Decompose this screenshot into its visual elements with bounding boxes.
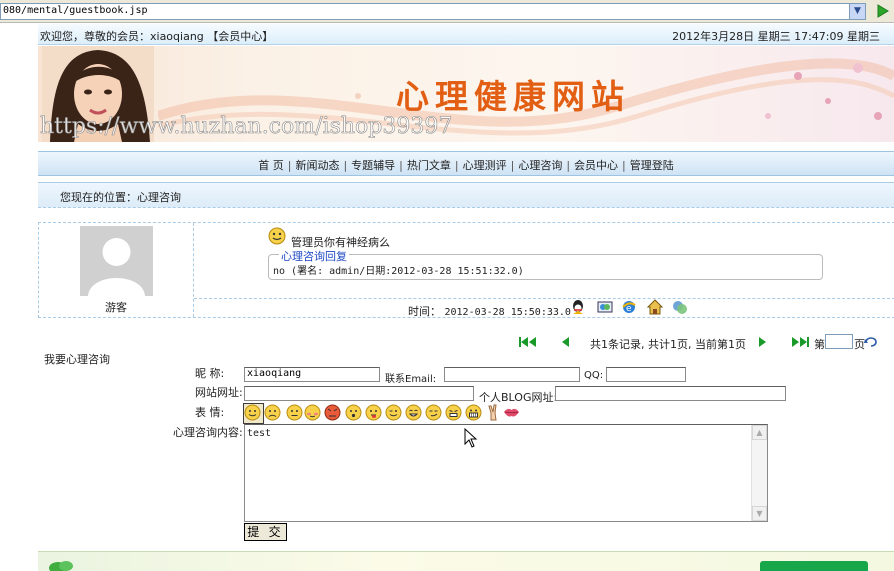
- email-label: 联系Email:: [385, 374, 437, 385]
- qq-field[interactable]: [606, 367, 686, 382]
- main-nav: 首 页 | 新闻动态 | 专题辅导 | 热门文章 | 心理测评 | 心理咨询 | 会员中心 | 管理登陆: [38, 151, 894, 176]
- entry-time: 时间： 2012-03-28 15:50:33.0: [408, 303, 571, 319]
- nav-topics[interactable]: 专题辅导: [351, 159, 395, 172]
- nav-separator: |: [399, 159, 403, 172]
- textarea-scrollbar[interactable]: ▲ ▼: [751, 425, 767, 521]
- first-page-icon[interactable]: [518, 336, 538, 348]
- url-text: 080/mental/guestbook.jsp: [3, 5, 148, 16]
- nav-member-center[interactable]: 会员中心: [574, 159, 618, 172]
- nav-admin-login[interactable]: 管理登陆: [630, 159, 674, 172]
- content-value: test: [247, 428, 272, 439]
- page-label: 第: [814, 338, 825, 351]
- emote-surprised-icon[interactable]: [345, 404, 362, 421]
- submit-button[interactable]: 提 交: [244, 523, 287, 541]
- emote-label: 表 情:: [195, 406, 225, 419]
- last-page-icon[interactable]: [790, 336, 810, 348]
- time-label: 时间：: [408, 305, 441, 318]
- guestbook-entry: 游客 管理员你有神经病么 心理咨询回复 no (署名: admin/日期:201…: [38, 222, 894, 318]
- leaf-icon: [49, 561, 73, 571]
- nav-home[interactable]: 首 页: [258, 159, 284, 172]
- emote-smirk-icon[interactable]: [425, 404, 442, 421]
- entry-divider: [194, 298, 894, 299]
- site-banner: 心理健康网站 https://www.huzhan.com/ishop39397: [38, 46, 894, 142]
- url-dropdown-icon[interactable]: ▼: [849, 4, 865, 19]
- breadcrumb-text: 您现在的位置：心理咨询: [60, 191, 181, 204]
- emote-shy-icon[interactable]: [304, 404, 321, 421]
- nav-news[interactable]: 新闻动态: [295, 159, 339, 172]
- go-arrow-icon[interactable]: [874, 3, 890, 19]
- url-field[interactable]: 080/mental/guestbook.jsp ▼: [0, 3, 866, 20]
- form-title: 我要心理咨询: [44, 353, 110, 366]
- emote-laugh-icon[interactable]: [405, 404, 422, 421]
- scroll-up-icon[interactable]: ▲: [752, 425, 767, 440]
- svg-text:e: e: [626, 304, 632, 314]
- emote-sad-icon[interactable]: [264, 404, 281, 421]
- nav-hot-articles[interactable]: 热门文章: [407, 159, 451, 172]
- nickname-field[interactable]: xiaoqiang: [244, 367, 380, 382]
- emote-angry-icon[interactable]: [324, 404, 341, 421]
- emote-wink-icon[interactable]: [385, 404, 402, 421]
- emote-grin-icon[interactable]: [445, 404, 462, 421]
- emote-lips-icon[interactable]: [503, 404, 520, 421]
- site-title: 心理健康网站: [396, 77, 630, 116]
- nav-separator: |: [622, 159, 626, 172]
- time-value: 2012-03-28 15:50:33.0: [444, 307, 571, 318]
- nav-separator: |: [454, 159, 459, 172]
- website-field[interactable]: [244, 386, 474, 401]
- nav-separator: |: [510, 159, 515, 172]
- nav-consulting[interactable]: 心理咨询: [518, 159, 562, 172]
- chat-icon[interactable]: [672, 299, 688, 315]
- emote-victory-icon[interactable]: [485, 404, 502, 421]
- emote-smile-icon[interactable]: [244, 404, 261, 421]
- email-field[interactable]: [444, 367, 580, 382]
- reply-box: 心理咨询回复 no (署名: admin/日期:2012-03-28 15:51…: [268, 248, 823, 280]
- msn-icon[interactable]: [597, 299, 613, 315]
- nav-separator: |: [343, 159, 348, 172]
- page-number-input[interactable]: [825, 334, 853, 349]
- ie-homepage-icon[interactable]: e: [621, 299, 637, 315]
- website-label: 网站网址:: [195, 386, 243, 399]
- emote-teeth-icon[interactable]: [465, 404, 482, 421]
- emote-neutral-icon[interactable]: [286, 404, 303, 421]
- pagination-info: 共1条记录, 共计1页, 当前第1页: [590, 338, 746, 351]
- content-textarea[interactable]: test ▲ ▼: [244, 424, 768, 522]
- nav-separator: |: [566, 159, 571, 172]
- avatar: [80, 226, 153, 296]
- blog-field[interactable]: [555, 386, 786, 401]
- nav-separator: |: [287, 159, 292, 172]
- reply-text: no (署名: admin/日期:2012-03-28 15:51:32.0): [273, 266, 524, 277]
- member-greeting[interactable]: 欢迎您，尊敬的会员：xiaoqiang 【会员中心】: [40, 28, 273, 44]
- banner-watermark: https://www.huzhan.com/ishop39397: [40, 114, 453, 140]
- browser-address-bar: 080/mental/guestbook.jsp ▼: [0, 0, 894, 23]
- next-page-icon[interactable]: [758, 336, 768, 348]
- entry-author: 游客: [105, 301, 127, 314]
- welcome-bar: 欢迎您，尊敬的会员：xiaoqiang 【会员中心】 2012年3月28日 星期…: [38, 24, 894, 45]
- content-label: 心理咨询内容:: [173, 426, 243, 439]
- current-datetime: 2012年3月28日 星期三 17:47:09 星期三: [672, 30, 880, 43]
- nav-assessment[interactable]: 心理测评: [463, 159, 507, 172]
- qq-label: QQ:: [584, 370, 604, 381]
- breadcrumb: 您现在的位置：心理咨询: [38, 182, 894, 208]
- smiley-icon: [268, 227, 286, 245]
- page-footer: [38, 551, 894, 571]
- qq-icon[interactable]: [570, 299, 586, 315]
- prev-page-icon[interactable]: [560, 336, 570, 348]
- scroll-down-icon[interactable]: ▼: [752, 506, 767, 521]
- entry-author-panel: 游客: [39, 223, 194, 317]
- nickname-value: xiaoqiang: [247, 368, 302, 379]
- house-icon[interactable]: [646, 299, 664, 315]
- nickname-label: 昵 称:: [195, 367, 225, 380]
- go-page-icon[interactable]: [864, 336, 878, 348]
- mouse-cursor-icon: [464, 428, 478, 448]
- emote-tongue-icon[interactable]: [365, 404, 382, 421]
- blog-label: 个人BLOG网址:: [479, 391, 558, 404]
